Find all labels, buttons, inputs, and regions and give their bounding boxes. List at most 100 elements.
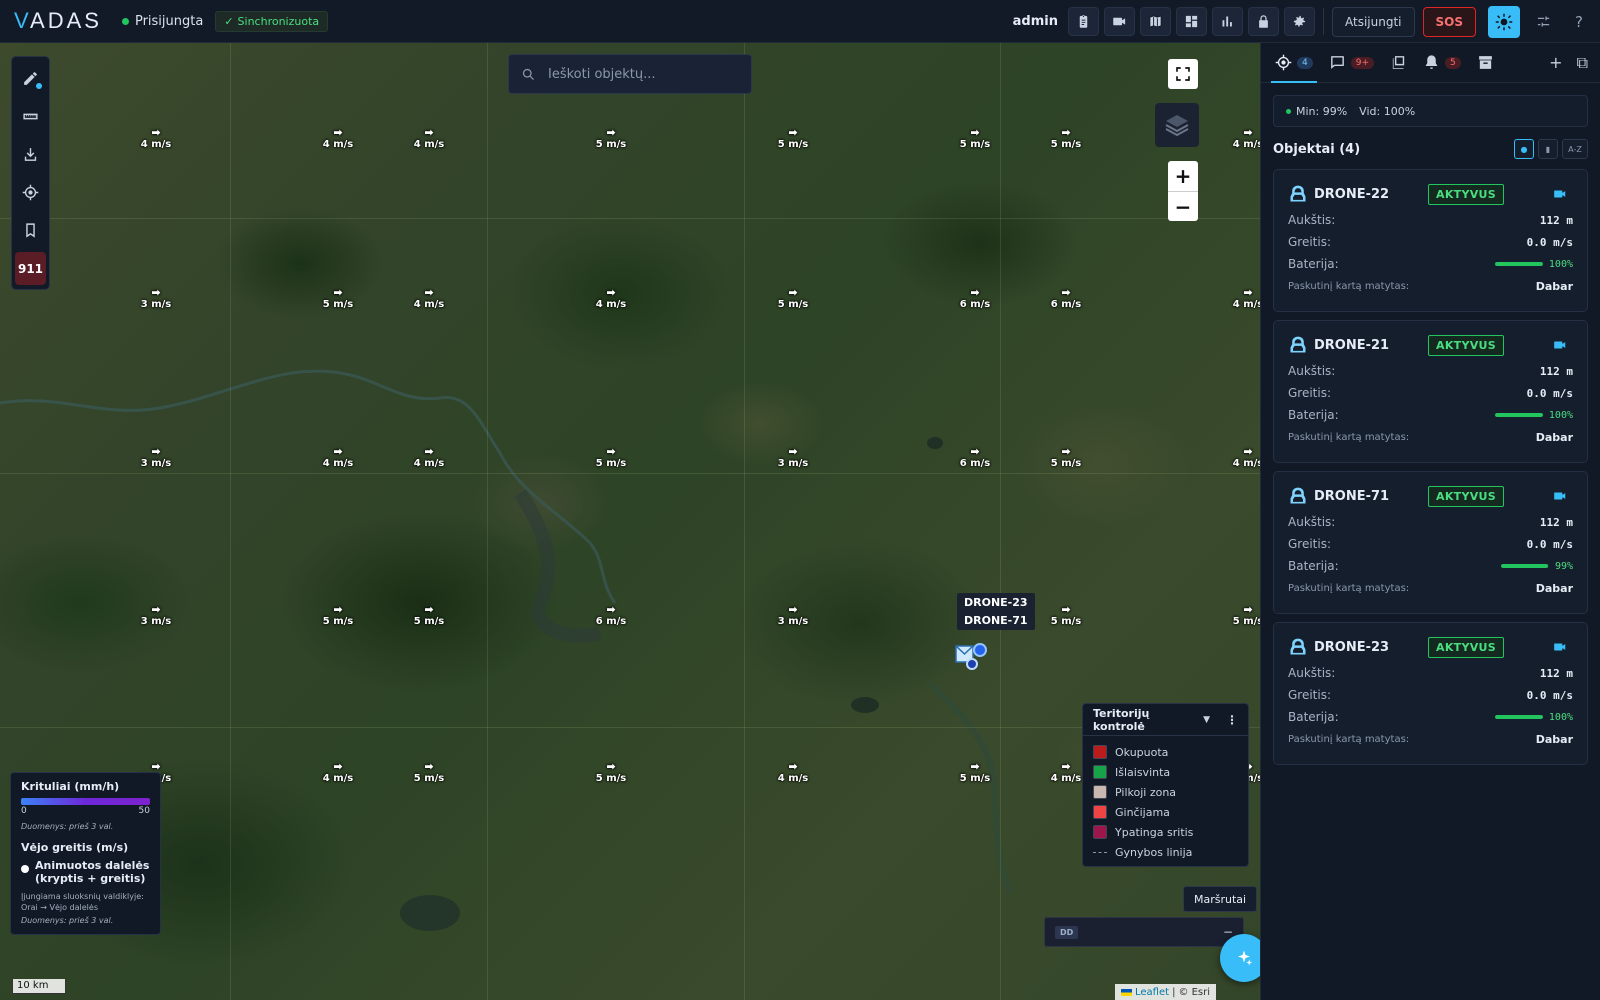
wind-arrow-icon: ➡ — [788, 286, 798, 299]
tab-archive[interactable] — [1469, 43, 1502, 83]
add-icon[interactable]: + — [1549, 53, 1562, 73]
speed-value: 0.0 m/s — [1526, 688, 1573, 702]
video-camera-icon[interactable] — [1553, 338, 1567, 352]
routes-button[interactable]: Maršrutai — [1183, 886, 1258, 912]
view-battery-button[interactable]: ▮ — [1538, 139, 1558, 159]
settings-button[interactable] — [1284, 7, 1315, 36]
reports-button[interactable] — [1068, 7, 1099, 36]
video-camera-icon[interactable] — [1553, 187, 1567, 201]
sos-button[interactable]: SOS — [1422, 6, 1476, 37]
tab-layers[interactable] — [1382, 43, 1415, 83]
drone-card-body: Aukštis: 112 m Greitis: 0.0 m/s Baterija: … — [1288, 360, 1573, 448]
logout-button[interactable]: Atsijungti — [1332, 6, 1415, 37]
tab-objects[interactable]: 4 — [1267, 43, 1321, 83]
active-dot — [36, 83, 42, 89]
drone-map-label[interactable]: DRONE-23 — [957, 593, 1035, 612]
lock-button[interactable] — [1248, 7, 1279, 36]
wind-speed-value: 4 m/s — [413, 139, 445, 150]
wind-speed-label: ➡5 m/s — [1036, 127, 1096, 151]
wind-arrow-icon: ➡ — [333, 603, 343, 616]
map-view[interactable]: ➡ 4 m/s ➡ 4 m/s ➡ 4 m/s ➡ 5 m/s ➡ 5 m/s ➡ 5 m/s ➡ 5 m… — [0, 43, 1260, 1000]
wind-speed-label: ➡ 3 m/s — [763, 446, 823, 470]
battery-indicator: 100% — [1494, 410, 1573, 421]
chevron-down-icon[interactable]: ▼ — [1203, 715, 1210, 725]
territory-item[interactable]: Ypatinga sritis — [1093, 822, 1238, 842]
search-icon — [522, 68, 534, 80]
drone-card[interactable]: DRONE-23 AKTYVUS Aukštis: 112 m Greitis: 0… — [1273, 622, 1588, 765]
territory-header[interactable]: Teritorijų kontrolė ▼ ⋮ — [1083, 704, 1248, 736]
wind-arrow-icon: ➡ — [424, 126, 434, 139]
external-link-icon[interactable]: ⧉ — [1577, 53, 1588, 73]
fullscreen-button[interactable] — [1168, 59, 1198, 89]
objects-count: 4 — [1297, 56, 1313, 69]
locate-button[interactable] — [12, 173, 49, 211]
statistics-button[interactable] — [1212, 7, 1243, 36]
video-button[interactable] — [1104, 7, 1135, 36]
wind-speed-label: ➡4 m/s — [581, 287, 641, 311]
territory-item[interactable]: Ginčijama — [1093, 802, 1238, 822]
top-bar: VADAS Prisijungta ✓ Sinchronizuota admin … — [0, 0, 1600, 43]
zoom-out-button[interactable]: − — [1168, 191, 1198, 221]
view-dot-button[interactable]: ● — [1514, 139, 1534, 159]
more-vertical-icon[interactable]: ⋮ — [1226, 713, 1238, 727]
emergency-911-button[interactable]: 911 — [15, 252, 46, 285]
download-button[interactable] — [12, 135, 49, 173]
draw-tool-button[interactable] — [12, 59, 49, 97]
drone-card[interactable]: DRONE-21 AKTYVUS Aukštis: 112 m Greitis: 0… — [1273, 320, 1588, 463]
grid-line — [230, 43, 231, 1000]
status-badge: AKTYVUS — [1428, 334, 1504, 356]
speed-value: 0.0 m/s — [1526, 386, 1573, 400]
wind-arrow-icon: ➡ — [333, 126, 343, 139]
drone-marker-icon[interactable] — [953, 640, 989, 670]
ai-assistant-button[interactable] — [1220, 934, 1260, 982]
battery-label: Baterija: — [1288, 559, 1339, 573]
wind-arrow-icon: ➡ — [333, 445, 343, 458]
wind-arrow-icon: ➡ — [1243, 603, 1253, 616]
wind-arrow-icon: ➡ — [1243, 445, 1253, 458]
app-logo[interactable]: VADAS — [14, 8, 102, 34]
bell-icon — [1425, 55, 1438, 69]
bookmark-button[interactable] — [12, 211, 49, 249]
filter-settings-button[interactable] — [1528, 7, 1558, 37]
help-button[interactable]: ? — [1564, 7, 1594, 37]
wind-speed-label: ➡5 m/s — [763, 127, 823, 151]
video-camera-icon[interactable] — [1553, 640, 1567, 654]
territory-item[interactable]: Okupuota — [1093, 742, 1238, 762]
wind-speed-value: 3 m/s — [140, 616, 172, 627]
tab-messages[interactable]: 9+ — [1321, 43, 1382, 83]
drone-card[interactable]: DRONE-22 AKTYVUS Aukštis: 112 m Greitis: 0… — [1273, 169, 1588, 312]
wind-speed-label: ➡ 3 m/s — [126, 604, 186, 628]
wind-speed-value: 4 m/s — [322, 773, 354, 784]
territory-item[interactable]: Išlaisvinta — [1093, 762, 1238, 782]
sort-az-button[interactable]: A-Z — [1562, 139, 1588, 159]
crosshair-icon — [22, 184, 39, 200]
leaflet-link[interactable]: Leaflet — [1135, 987, 1169, 998]
theme-toggle-button[interactable] — [1488, 5, 1520, 38]
drone-map-label[interactable]: DRONE-71 — [957, 611, 1035, 630]
ukraine-flag-icon — [1121, 988, 1132, 996]
drone-card[interactable]: DRONE-71 AKTYVUS Aukštis: 112 m Greitis: 0… — [1273, 471, 1588, 614]
speed-value: 0.0 m/s — [1526, 537, 1573, 551]
measure-tool-button[interactable] — [12, 97, 49, 135]
tab-alerts[interactable]: 5 — [1415, 43, 1469, 83]
wind-arrow-icon: ➡ — [151, 126, 161, 139]
wind-arrow-icon: ➡ — [1061, 445, 1071, 458]
layers-button[interactable] — [1155, 103, 1199, 147]
search-input[interactable] — [548, 66, 728, 82]
wind-speed-value: 4 m/s — [1232, 139, 1260, 150]
status-badge: AKTYVUS — [1428, 183, 1504, 205]
zoom-in-button[interactable]: + — [1168, 161, 1198, 191]
map-button[interactable] — [1140, 7, 1171, 36]
dd-format-tag[interactable]: DD — [1055, 925, 1079, 939]
wind-speed-label: ➡5 m/s — [1218, 604, 1260, 628]
video-camera-icon[interactable] — [1553, 489, 1567, 503]
wind-speed-label: ➡4 m/s — [399, 127, 459, 151]
wind-arrow-icon: ➡ — [333, 760, 343, 773]
wind-arrow-icon: ➡ — [333, 286, 343, 299]
territory-item[interactable]: Gynybos linija — [1093, 842, 1238, 862]
territory-item[interactable]: Pilkoji zona — [1093, 782, 1238, 802]
altitude-row: Aukštis: 112 m — [1288, 209, 1573, 231]
dashboard-button[interactable] — [1176, 7, 1207, 36]
speed-label: Greitis: — [1288, 537, 1332, 551]
wind-arrow-icon: ➡ — [970, 445, 980, 458]
